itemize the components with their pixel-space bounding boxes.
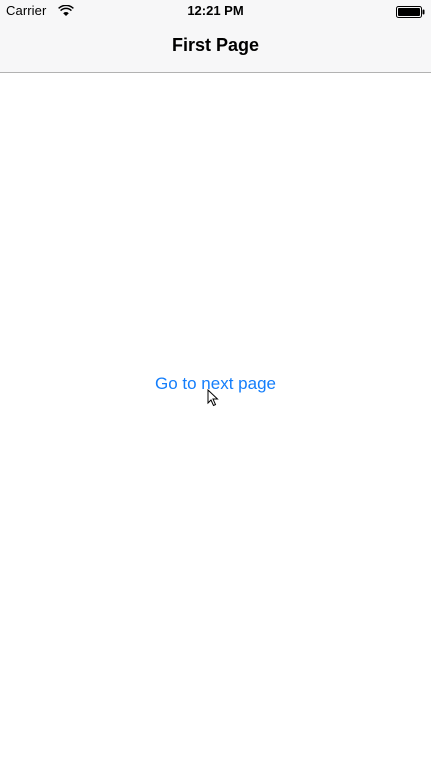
navigation-bar: First Page [0,22,431,72]
status-time: 12:21 PM [187,3,244,18]
page-title: First Page [171,35,260,55]
battery-icon [396,5,425,18]
main-content: Go to next page [0,73,431,768]
go-to-next-page-button[interactable]: Go to next page [136,372,296,396]
app-screen: Carrier 12:21 PM First Page Go to next p… [0,0,431,768]
status-bar: Carrier 12:21 PM [0,0,431,22]
top-bar: Carrier 12:21 PM First Page [0,0,431,73]
